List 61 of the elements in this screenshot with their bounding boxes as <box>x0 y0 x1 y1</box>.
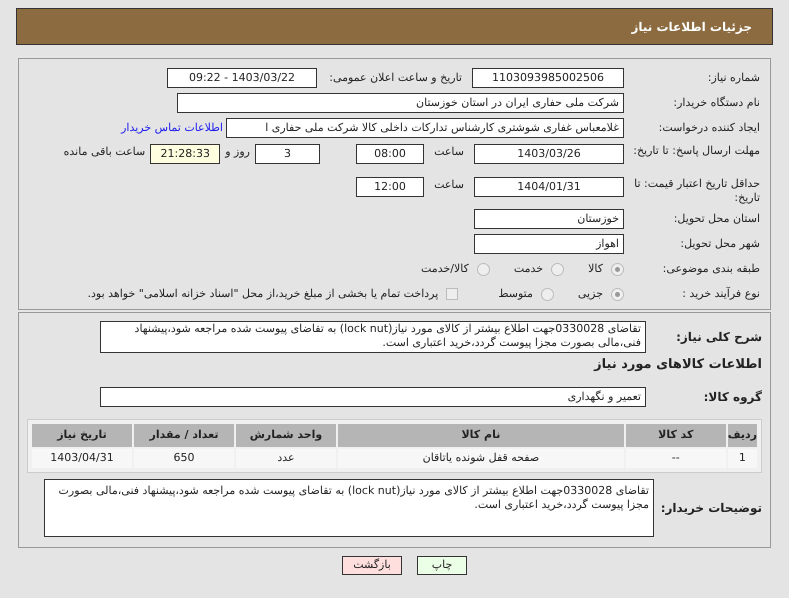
field-label: استان محل تحویل: <box>672 212 761 226</box>
checkbox-label: پرداخت تمام یا بخشی از مبلغ خرید،از محل "اسناد خزانه اسلامی" خواهد بود. <box>88 286 438 302</box>
field-label: تاریخ و ساعت اعلان عمومی: <box>328 70 462 86</box>
remaining-label: ساعت باقی مانده <box>64 144 146 160</box>
field-label: نام دستگاه خریدار: <box>672 96 761 110</box>
page-title: جزئیات اطلاعات نیاز <box>631 18 752 36</box>
days-field[interactable]: 3 <box>255 144 320 164</box>
radio-button[interactable] <box>476 262 490 276</box>
remaining-time-field[interactable]: 21:28:33 <box>150 144 220 164</box>
table-cell: 1403/04/31 <box>32 448 132 468</box>
radio-label: متوسط <box>498 286 533 302</box>
table-cell: -- <box>626 448 726 468</box>
section-heading: اطلاعات کالاهای مورد نیاز <box>592 356 763 374</box>
time-label: ساعت <box>434 177 464 193</box>
radio-button[interactable] <box>611 288 624 300</box>
radio-label: خدمت <box>514 260 544 277</box>
column-header: تعداد / مقدار <box>134 424 234 446</box>
need-number-field[interactable]: 1103093985002506 <box>472 68 624 88</box>
column-header: ردیف <box>728 424 757 446</box>
checkbox[interactable] <box>446 288 458 300</box>
province-field[interactable]: خوزستان <box>474 209 624 229</box>
time-field[interactable]: 12:00 <box>356 177 424 197</box>
time-field[interactable]: 08:00 <box>356 144 424 164</box>
buyer-notes-textarea[interactable]: تقاضای 0330028جهت اطلاع بیشتر از کالای مورد نیاز(lock nut) به تقاضای پیوست شده مراجعه شود،پیشنهاد فنی،مالی بصورت مجزا پیوست گردد،خرید اعتباری است. <box>44 478 654 536</box>
radio-label: كالا/خدمت <box>421 260 469 277</box>
field-label: نوع فرآیند خرید : <box>681 287 761 301</box>
column-header: نام کالا <box>338 424 624 446</box>
radio-label: جزیی <box>578 286 603 302</box>
city-field[interactable]: اهواز <box>474 234 624 254</box>
date-field[interactable]: 1403/03/26 <box>474 144 624 164</box>
time-label: ساعت <box>434 144 464 160</box>
announce-date-field[interactable]: 1403/03/22 - 09:22 <box>167 68 317 88</box>
buyer-contact-link[interactable]: اطلاعات تماس خریدار <box>121 120 223 136</box>
radio-button[interactable] <box>540 288 554 300</box>
field-label: شرح کلی نیاز: <box>675 330 763 344</box>
radio-button[interactable] <box>611 262 624 276</box>
field-label: مهلت ارسال پاسخ: تا تاریخ: <box>632 144 761 158</box>
field-label: گروه کالا: <box>702 390 763 404</box>
back-button[interactable]: بازگشت <box>342 556 402 574</box>
table-cell: صفحه قفل شونده یاتاقان <box>338 448 624 468</box>
days-label: روز و <box>225 144 250 160</box>
print-button[interactable]: چاپ <box>417 556 467 574</box>
table-cell: عدد <box>236 448 336 468</box>
goods-group-field[interactable]: تعمیر و نگهداری <box>100 386 646 406</box>
table-cell: 1 <box>728 448 757 468</box>
field-label: ایجاد کننده درخواست: <box>658 121 761 135</box>
field-label: حداقل تاریخ اعتبار قیمت: تا تاریخ: <box>633 177 761 205</box>
requester-field[interactable]: غلامعباس غفاری شوشتری کارشناس تدارکات داخلی کالا شرکت ملی حفاری ا <box>226 118 624 138</box>
table-cell: 650 <box>134 448 234 468</box>
radio-label: كالا <box>588 260 603 277</box>
radio-button[interactable] <box>551 262 564 276</box>
field-label: شماره نیاز: <box>706 71 761 85</box>
field-label: توضیحات خریدار: <box>660 500 763 514</box>
field-label: طبقه بندی موضوعی: <box>662 262 761 276</box>
field-label: شهر محل تحویل: <box>679 237 761 251</box>
column-header: کد کالا <box>626 424 726 446</box>
description-textarea[interactable]: تقاضای 0330028جهت اطلاع بیشتر از کالای مورد نیاز(lock nut) به تقاضای پیوست شده مراجعه شود،پیشنهاد فنی،مالی بصورت مجزا پیوست گردد،خرید اعتباری است. <box>100 321 646 353</box>
buyer-org-field[interactable]: شرکت ملی حفاری ایران در استان خوزستان <box>177 93 624 113</box>
date-field[interactable]: 1404/01/31 <box>474 177 624 197</box>
column-header: واحد شمارش <box>236 424 336 446</box>
column-header: تاریخ نیاز <box>32 424 132 446</box>
